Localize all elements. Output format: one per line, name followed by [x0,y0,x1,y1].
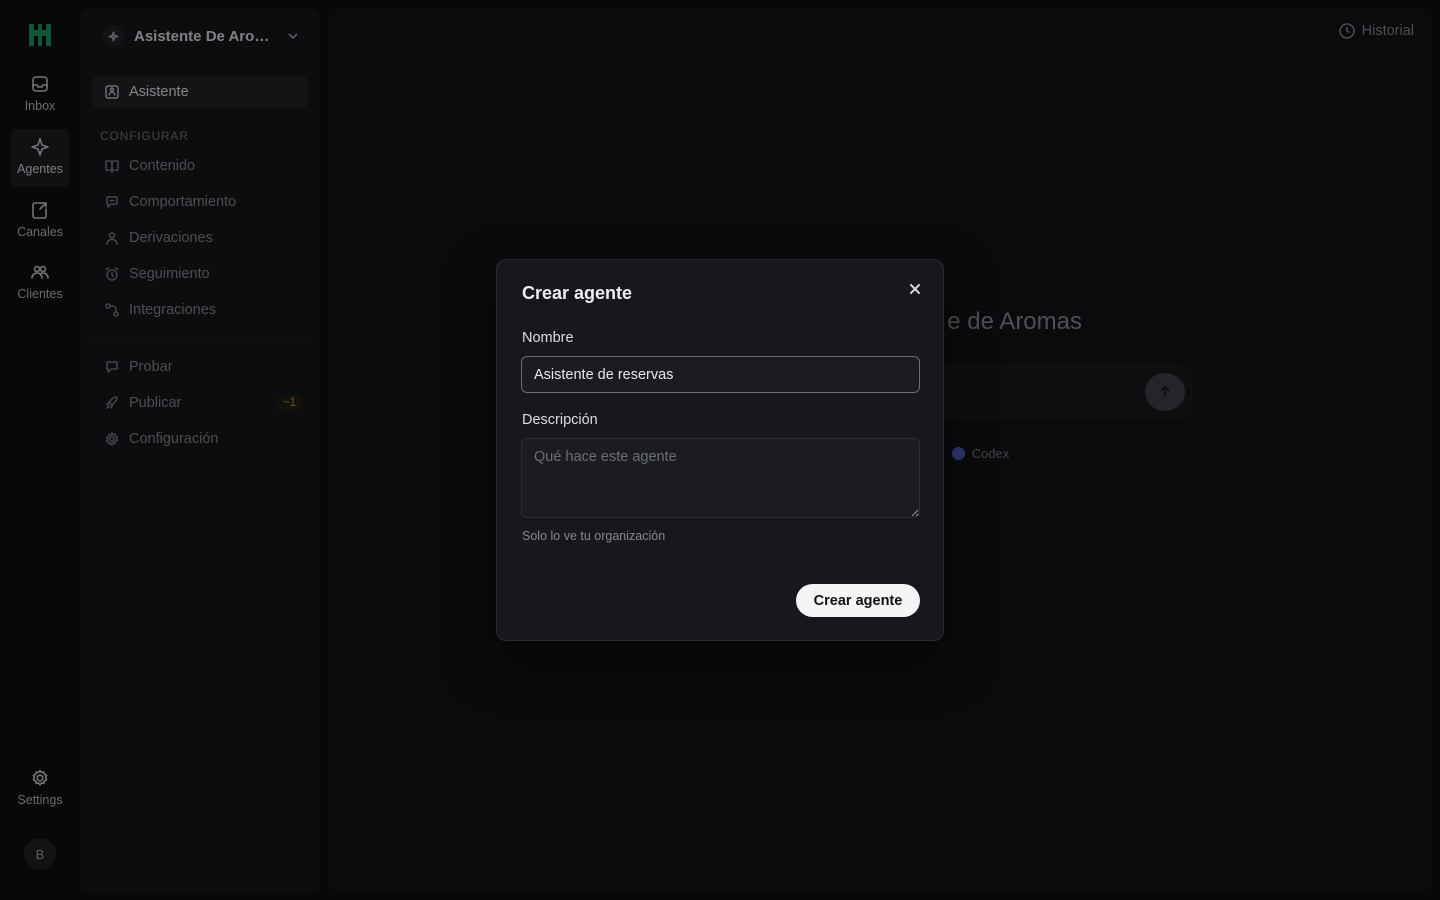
create-agent-button[interactable]: Crear agente [796,584,920,617]
close-button[interactable] [905,279,925,299]
close-icon [910,284,920,294]
name-label: Nombre [522,330,574,346]
description-label: Descripción [522,412,598,428]
visibility-helper-text: Solo lo ve tu organización [522,529,666,543]
name-field[interactable] [521,356,920,393]
dialog-title: Crear agente [522,283,633,303]
description-field[interactable] [521,438,920,518]
create-agent-dialog: Crear agente Nombre Descripción Solo lo … [496,259,944,641]
